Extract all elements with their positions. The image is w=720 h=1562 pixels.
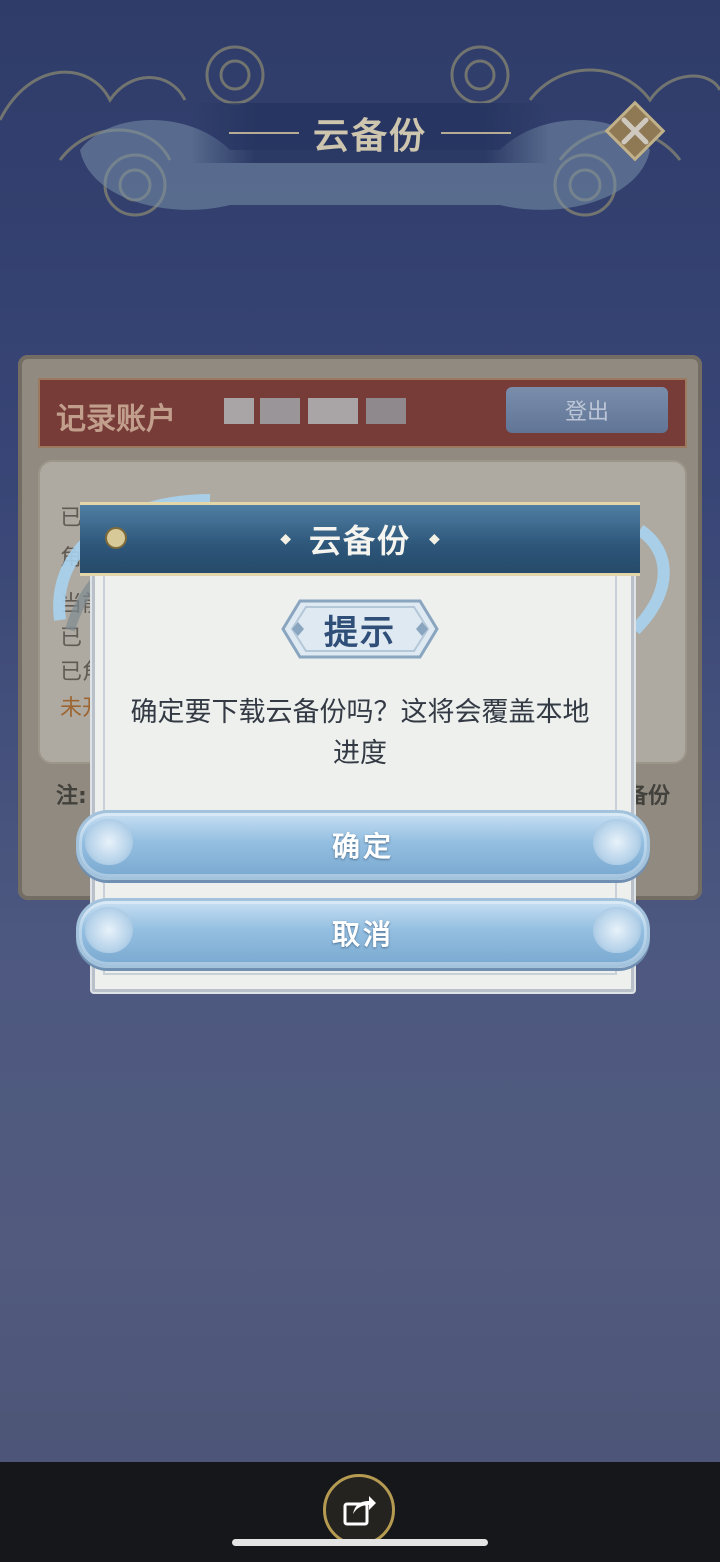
share-icon <box>343 1496 376 1526</box>
diamond-icon: ◆ <box>280 531 291 547</box>
share-button[interactable] <box>323 1474 395 1546</box>
cancel-button-label: 取消 <box>331 918 394 951</box>
dialog-message: 确定要下载云备份吗？这将会覆盖本地进度 <box>130 697 590 769</box>
button-ornament-icon <box>593 907 641 953</box>
button-ornament-icon <box>85 907 133 953</box>
diamond-icon: ◆ <box>429 531 440 547</box>
dialog-header: ◆ 云备份 ◆ <box>80 502 640 576</box>
confirm-button-label: 确定 <box>331 830 394 863</box>
tip-label: 提示 <box>324 612 396 653</box>
confirm-button[interactable]: 确定 <box>76 810 650 880</box>
dialog-title: 云备份 <box>308 522 411 560</box>
button-ornament-icon <box>593 819 641 865</box>
cancel-button[interactable]: 取消 <box>76 898 650 968</box>
scroll-knob-icon <box>105 527 127 549</box>
button-ornament-icon <box>85 819 133 865</box>
home-indicator[interactable] <box>232 1539 488 1546</box>
